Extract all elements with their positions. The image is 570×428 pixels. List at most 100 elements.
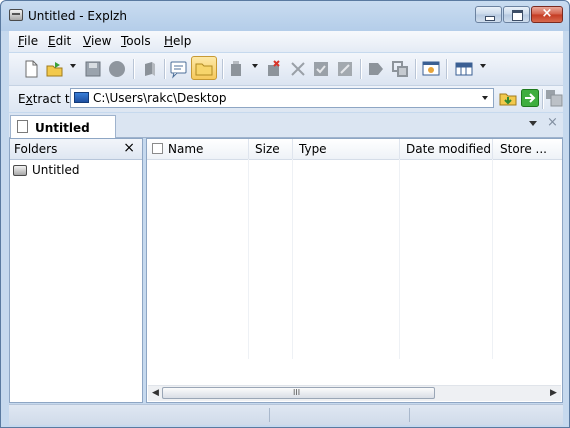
list-header: Name Size Type Date modified Store ... xyxy=(147,139,562,160)
horizontal-scrollbar[interactable]: ◀ III ▶ xyxy=(148,385,561,401)
save-icon xyxy=(85,61,101,77)
label-button[interactable] xyxy=(366,59,386,79)
view-mode-icon xyxy=(455,62,473,76)
extract-go-button[interactable] xyxy=(521,89,539,107)
window-layout-icon xyxy=(546,90,563,107)
properties-icon xyxy=(338,62,352,76)
path-dropdown-icon[interactable] xyxy=(482,96,488,100)
menu-bar: File Edit View Tools Help xyxy=(9,31,563,52)
add-button[interactable] xyxy=(140,59,160,79)
menu-help[interactable]: Help xyxy=(163,34,192,48)
extract-to-label: Extract to xyxy=(18,92,77,106)
select-all-checkbox[interactable] xyxy=(152,143,163,154)
menu-view[interactable]: View xyxy=(82,34,112,48)
extract-icon xyxy=(231,61,241,76)
column-divider xyxy=(492,159,493,359)
document-icon xyxy=(17,120,28,133)
app-window: Untitled - Explzh × File Edit View Tools… xyxy=(0,0,570,428)
extract-path-combo[interactable]: C:\Users\rakc\Desktop xyxy=(70,88,494,108)
browse-folder-icon xyxy=(499,93,517,106)
test-button[interactable] xyxy=(311,59,331,79)
minimize-button[interactable] xyxy=(475,6,502,23)
new-document-button[interactable] xyxy=(21,59,41,79)
toolbar-separator xyxy=(133,59,135,79)
toolbar-separator xyxy=(446,59,448,79)
folder-view-icon xyxy=(195,63,213,76)
toolbar-separator xyxy=(164,59,166,79)
folder-view-button[interactable] xyxy=(191,56,217,80)
column-store[interactable]: Store ... xyxy=(493,139,564,159)
window-layout-button[interactable] xyxy=(545,89,563,107)
stop-icon xyxy=(109,61,125,77)
title-bar[interactable]: Untitled - Explzh × xyxy=(1,1,569,31)
tab-untitled[interactable]: Untitled xyxy=(10,115,116,138)
extract-dropdown-icon[interactable] xyxy=(252,64,258,68)
tab-label: Untitled xyxy=(35,121,90,135)
test-icon xyxy=(314,62,328,76)
scrollbar-thumb[interactable]: III xyxy=(162,387,435,399)
column-divider xyxy=(292,159,293,359)
convert-button[interactable] xyxy=(390,59,410,79)
maximize-icon xyxy=(512,10,523,21)
browse-folder-button[interactable] xyxy=(499,89,517,107)
archive-icon xyxy=(13,165,27,176)
extract-button[interactable] xyxy=(227,59,247,79)
folders-pane-close-icon[interactable]: × xyxy=(123,140,135,156)
app-icon[interactable] xyxy=(9,9,23,21)
maximize-button[interactable] xyxy=(503,6,530,23)
preview-button[interactable] xyxy=(421,59,441,79)
desktop-icon xyxy=(74,92,89,103)
delete-icon xyxy=(268,60,280,76)
open-folder-icon xyxy=(46,62,63,77)
close-icon: × xyxy=(541,6,553,21)
extract-path-text[interactable]: C:\Users\rakc\Desktop xyxy=(93,91,226,105)
add-icon xyxy=(145,62,155,76)
stop-button[interactable] xyxy=(107,59,127,79)
folders-pane: Folders × Untitled xyxy=(9,138,143,403)
tree-item-label: Untitled xyxy=(32,163,80,177)
close-button[interactable]: × xyxy=(531,6,563,23)
file-list-pane: Name Size Type Date modified Store ... ◀… xyxy=(146,138,563,403)
toolbar-separator xyxy=(542,89,544,109)
column-divider xyxy=(399,159,400,359)
toolbar-separator xyxy=(360,59,362,79)
open-button[interactable] xyxy=(45,59,65,79)
toolbar-separator xyxy=(222,59,224,79)
folders-pane-header: Folders × xyxy=(10,139,142,160)
toolbar-separator xyxy=(415,59,417,79)
new-document-icon xyxy=(25,60,38,78)
label-icon xyxy=(369,63,383,75)
toolbar xyxy=(9,53,563,86)
convert-icon xyxy=(392,61,408,77)
column-date-modified[interactable]: Date modified xyxy=(400,139,493,159)
menu-tools[interactable]: Tools xyxy=(120,34,152,48)
tab-close-icon[interactable]: × xyxy=(547,115,558,130)
tab-list-dropdown-icon[interactable] xyxy=(529,121,537,126)
status-divider xyxy=(409,408,410,422)
scroll-left-icon[interactable]: ◀ xyxy=(152,388,159,398)
arrow-right-icon xyxy=(521,89,539,107)
status-bar xyxy=(9,404,563,425)
view-mode-dropdown-icon[interactable] xyxy=(480,64,486,68)
view-mode-button[interactable] xyxy=(454,59,474,79)
comment-icon xyxy=(170,61,187,79)
menu-edit[interactable]: Edit xyxy=(47,34,72,48)
save-button[interactable] xyxy=(83,59,103,79)
window-title: Untitled - Explzh xyxy=(28,9,127,23)
remove-button[interactable] xyxy=(288,59,308,79)
properties-button[interactable] xyxy=(335,59,355,79)
column-size[interactable]: Size xyxy=(249,139,293,159)
scrollbar-grip: III xyxy=(293,388,301,397)
cut-icon xyxy=(291,62,305,76)
scroll-right-icon[interactable]: ▶ xyxy=(550,388,557,398)
column-name[interactable]: Name xyxy=(147,139,249,159)
open-dropdown-icon[interactable] xyxy=(70,64,76,68)
menu-file[interactable]: File xyxy=(17,34,39,48)
delete-archive-button[interactable] xyxy=(264,59,284,79)
document-tab-strip: Untitled × xyxy=(9,113,563,138)
extract-to-bar: Extract to C:\Users\rakc\Desktop xyxy=(9,86,563,112)
column-divider xyxy=(248,159,249,359)
minimize-icon xyxy=(485,16,495,21)
column-type[interactable]: Type xyxy=(293,139,400,159)
comment-button[interactable] xyxy=(169,59,189,79)
